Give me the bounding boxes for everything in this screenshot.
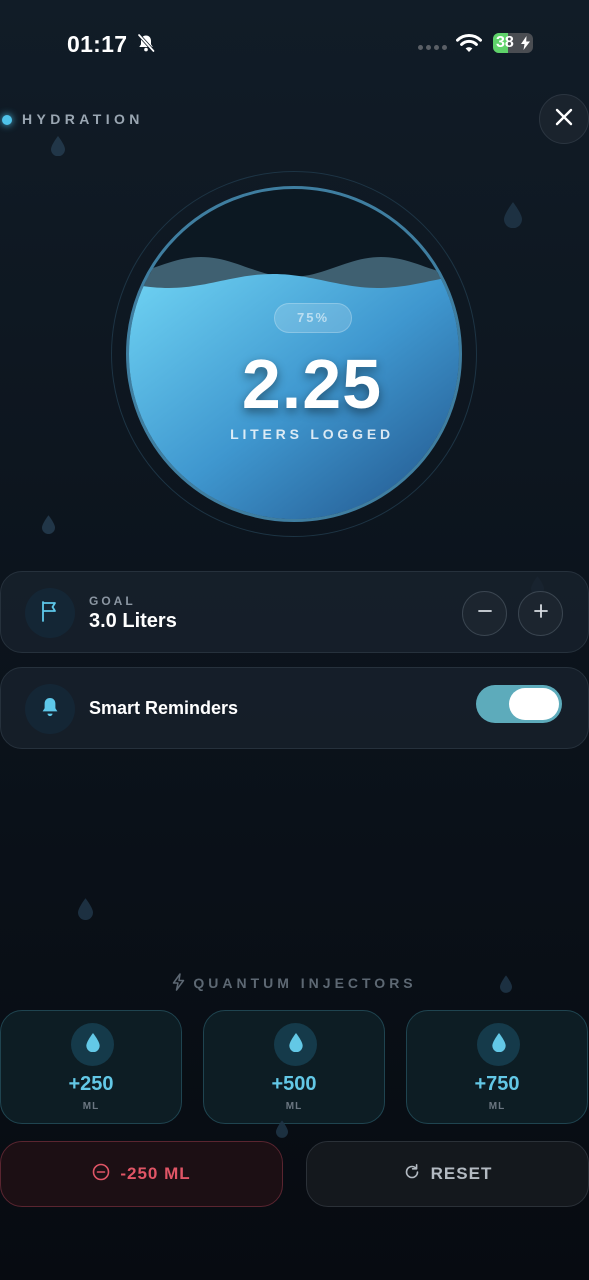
water-drop-icon: [491, 1032, 506, 1057]
increase-goal-button[interactable]: [518, 591, 563, 636]
close-button[interactable]: [539, 94, 589, 144]
liters-label: LITERS LOGGED: [230, 426, 394, 442]
plus-icon: [533, 603, 549, 624]
injector-amount: +750: [474, 1073, 520, 1095]
goal-label: GOAL: [89, 594, 136, 608]
injector-icon-badge: [274, 1023, 317, 1066]
remove-250-button[interactable]: -250 ML: [0, 1141, 283, 1207]
battery-percent: 38: [496, 34, 514, 51]
goal-card: GOAL 3.0 Liters: [0, 571, 589, 653]
add-500-button[interactable]: +500 ML: [203, 1010, 385, 1124]
decorative-drop-icon: [51, 136, 65, 161]
reminders-icon-badge: [25, 684, 75, 734]
remove-250-label: -250 ML: [120, 1164, 191, 1183]
add-750-button[interactable]: +750 ML: [406, 1010, 588, 1124]
injector-amount: +250: [68, 1073, 114, 1095]
lightning-icon: [172, 973, 185, 994]
water-drop-icon: [288, 1032, 303, 1057]
decorative-drop-icon: [78, 898, 93, 925]
minus-icon: [477, 603, 493, 624]
injector-unit: ML: [82, 1101, 100, 1112]
refresh-icon: [403, 1163, 421, 1186]
reset-button[interactable]: RESET: [306, 1141, 589, 1207]
battery-charging-icon: 38: [493, 33, 533, 53]
injector-amount: +500: [271, 1073, 317, 1095]
status-bar: 01:17 38: [0, 0, 589, 88]
reset-label: RESET: [430, 1164, 493, 1183]
bell-slash-icon: [136, 33, 156, 58]
water-drop-icon: [85, 1032, 100, 1057]
decorative-drop-icon: [504, 202, 522, 233]
close-icon: [555, 108, 573, 131]
status-time: 01:17: [67, 31, 128, 57]
decorative-drop-icon: [276, 1120, 288, 1143]
injector-unit: ML: [488, 1101, 506, 1112]
injector-unit: ML: [285, 1101, 303, 1112]
flag-icon: [39, 600, 61, 627]
bell-icon: [40, 696, 60, 723]
injector-icon-badge: [71, 1023, 114, 1066]
injectors-section-title: QUANTUM INJECTORS: [0, 973, 589, 994]
liters-value: 2.25: [241, 345, 383, 423]
reminders-toggle[interactable]: [476, 685, 562, 723]
decrease-goal-button[interactable]: [462, 591, 507, 636]
add-250-button[interactable]: +250 ML: [0, 1010, 182, 1124]
wifi-icon: [456, 32, 482, 59]
minus-circle-icon: [92, 1163, 110, 1186]
cellular-signal-icon: [418, 45, 447, 50]
goal-icon-badge: [25, 588, 75, 638]
reminders-label: Smart Reminders: [89, 698, 239, 718]
hydration-gauge: 75% 2.25 LITERS LOGGED: [111, 171, 477, 537]
reminders-card: Smart Reminders: [0, 667, 589, 749]
injectors-title-text: QUANTUM INJECTORS: [193, 975, 417, 991]
decorative-drop-icon: [42, 515, 55, 539]
goal-value: 3.0 Liters: [89, 610, 177, 632]
injector-icon-badge: [477, 1023, 520, 1066]
page-title: HYDRATION: [22, 111, 144, 127]
percent-badge: 75%: [274, 303, 352, 333]
gauge-water-circle: 75% 2.25 LITERS LOGGED: [126, 186, 462, 522]
header-status-dot: [2, 115, 12, 125]
toggle-knob: [509, 688, 559, 720]
